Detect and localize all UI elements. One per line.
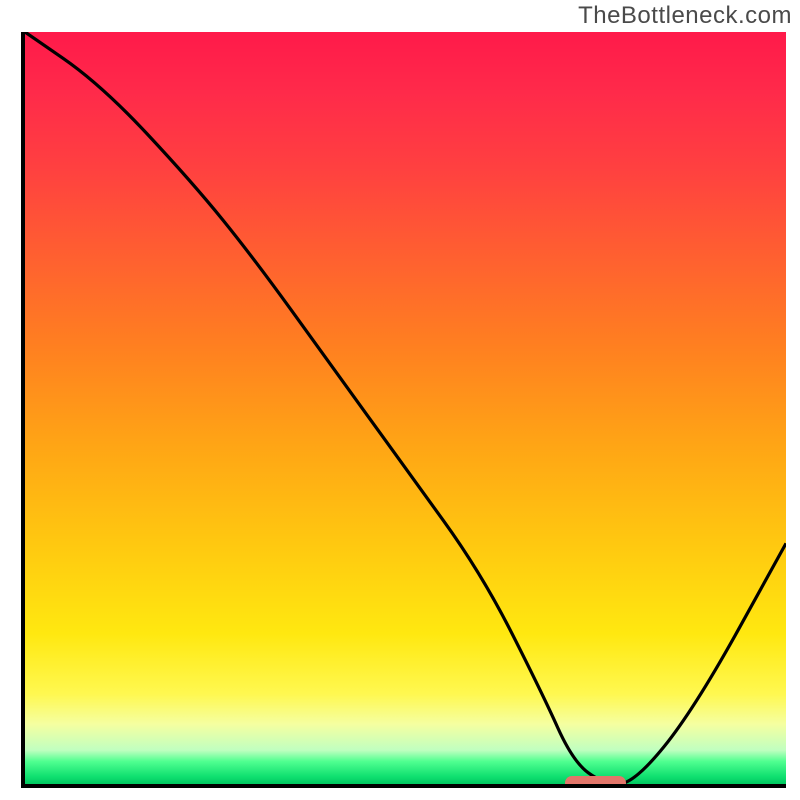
watermark-text: TheBottleneck.com	[578, 2, 792, 30]
optimal-range-marker	[565, 776, 626, 788]
bottleneck-curve-path	[25, 32, 786, 784]
bottleneck-chart: TheBottleneck.com	[0, 0, 800, 800]
plot-area	[21, 32, 786, 788]
curve-svg	[25, 32, 786, 784]
